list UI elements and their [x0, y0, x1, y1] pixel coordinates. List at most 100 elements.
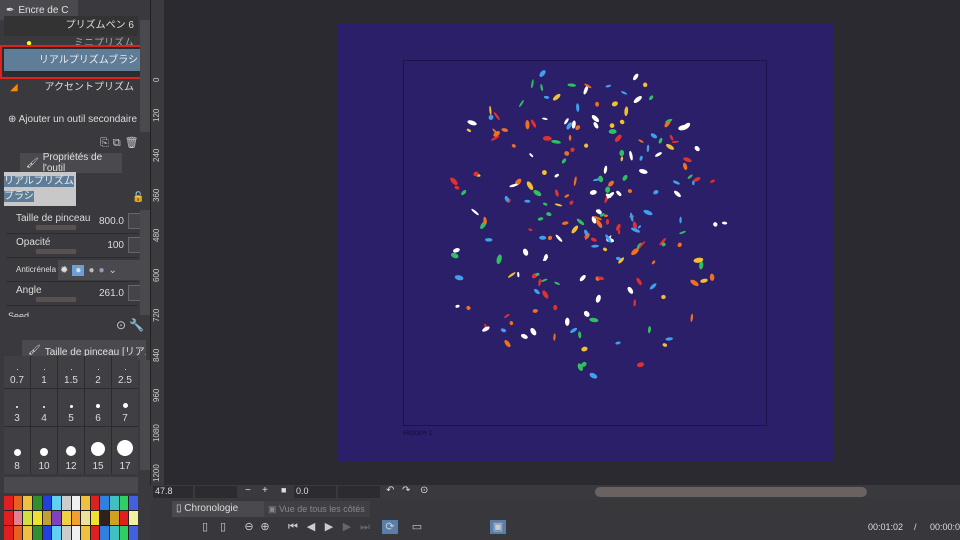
subtool-item[interactable]: ◢ アクセントプリズム	[4, 78, 138, 98]
color-swatch[interactable]	[81, 511, 90, 525]
brush-size-preset[interactable]: 5	[58, 389, 84, 426]
opacity-slider[interactable]	[36, 249, 76, 254]
color-swatch[interactable]	[61, 526, 71, 540]
rotate-right-icon[interactable]: ↷	[402, 485, 410, 496]
onion-skin-icon[interactable]: ▣	[490, 520, 506, 534]
subtool-item[interactable]: プリズムペン 6	[4, 16, 138, 36]
properties-scrollbar[interactable]	[140, 210, 150, 315]
color-swatch[interactable]	[4, 511, 13, 525]
color-swatch[interactable]	[13, 496, 23, 510]
color-swatch[interactable]	[42, 511, 52, 525]
color-swatch[interactable]	[61, 496, 71, 510]
color-swatch[interactable]	[110, 496, 119, 510]
color-swatch[interactable]	[129, 526, 138, 540]
color-swatch[interactable]	[4, 496, 13, 510]
color-swatch[interactable]	[100, 496, 110, 510]
color-swatch[interactable]	[61, 511, 71, 525]
brush-size-preset[interactable]: 2	[85, 356, 111, 389]
trash-icon[interactable]: 🗑	[125, 137, 143, 149]
color-swatch[interactable]	[119, 526, 129, 540]
brush-size-slider[interactable]	[36, 225, 76, 230]
last-frame-icon[interactable]: ⏭	[358, 520, 372, 534]
color-swatch[interactable]	[23, 526, 32, 540]
brush-size-preset[interactable]: 12	[58, 426, 84, 474]
lock-icon[interactable]: 🔓	[132, 192, 144, 203]
tab-all-sides-view[interactable]: ▣ Vue de tous les côtés	[264, 501, 370, 517]
color-swatch[interactable]	[71, 511, 81, 525]
color-palette[interactable]	[4, 496, 138, 540]
brush-size-preset[interactable]: 6	[85, 389, 111, 426]
color-swatch[interactable]	[81, 496, 90, 510]
color-swatch[interactable]	[90, 526, 100, 540]
color-swatch[interactable]	[42, 526, 52, 540]
new-timeline-icon[interactable]: ▯	[216, 520, 230, 534]
prev-frame-icon[interactable]: ◀	[304, 520, 318, 534]
duplicate-icon[interactable]: ⧉	[113, 137, 125, 149]
color-swatch[interactable]	[129, 511, 138, 525]
color-swatch[interactable]	[32, 511, 42, 525]
next-frame-icon[interactable]: ▶	[340, 520, 354, 534]
color-swatch[interactable]	[52, 496, 61, 510]
color-swatch[interactable]	[71, 526, 81, 540]
brush-size-preset[interactable]: 2.5	[112, 356, 138, 389]
brush-size-scrollbar[interactable]	[140, 360, 150, 470]
reset-icon[interactable]: ⊙	[116, 318, 126, 332]
brush-size-preset[interactable]: 15	[85, 426, 111, 474]
color-swatch[interactable]	[110, 511, 119, 525]
tool-properties-tab[interactable]: 🖌 Propriétés de l'outil	[20, 152, 122, 174]
color-swatch[interactable]	[4, 526, 13, 540]
color-swatch[interactable]	[13, 511, 23, 525]
angle-slider[interactable]	[36, 297, 76, 302]
color-swatch[interactable]	[119, 511, 129, 525]
palette-tabs[interactable]	[4, 477, 138, 493]
color-swatch[interactable]	[119, 496, 129, 510]
color-swatch[interactable]	[23, 496, 32, 510]
rotate-left-icon[interactable]: ↶	[386, 485, 394, 496]
color-swatch[interactable]	[100, 526, 110, 540]
color-swatch[interactable]	[129, 496, 138, 510]
color-swatch[interactable]	[90, 511, 100, 525]
horizontal-scrollbar[interactable]	[595, 487, 867, 497]
add-subtool-button[interactable]: ⊕ Ajouter un outil secondaire	[8, 114, 137, 125]
brush-size-preset[interactable]: 17	[112, 426, 138, 474]
color-swatch[interactable]	[32, 496, 42, 510]
subtool-scrollbar[interactable]	[140, 20, 150, 132]
brush-size-preset[interactable]: 7	[112, 389, 138, 426]
color-swatch[interactable]	[81, 526, 90, 540]
brush-size-preset[interactable]: 10	[31, 426, 57, 474]
color-swatch[interactable]	[100, 511, 110, 525]
brush-size-preset[interactable]: 1	[31, 356, 57, 389]
wrench-icon[interactable]: 🔧	[129, 318, 144, 332]
color-swatch[interactable]	[90, 496, 100, 510]
color-swatch[interactable]	[23, 511, 32, 525]
fit-button[interactable]: ■	[281, 485, 286, 495]
zoom-in-icon[interactable]: ⊕	[258, 520, 272, 534]
reset-rotation-icon[interactable]: ⊙	[420, 485, 428, 496]
play-icon[interactable]: ▶	[322, 520, 336, 534]
zoom-in-button[interactable]: +	[262, 485, 268, 496]
tab-chronologie[interactable]: ▯ Chronologie	[172, 501, 264, 517]
zoom-out-button[interactable]: −	[245, 485, 251, 496]
zoom-out-icon[interactable]: ⊖	[242, 520, 256, 534]
subtool-item-selected[interactable]: リアルプリズムブラシ	[0, 45, 146, 79]
color-swatch[interactable]	[32, 526, 42, 540]
brush-size-preset[interactable]: 1.5	[58, 356, 84, 389]
color-swatch[interactable]	[71, 496, 81, 510]
color-swatch[interactable]	[13, 526, 23, 540]
zoom-slider[interactable]	[195, 486, 237, 498]
brush-size-preset[interactable]: 4	[31, 389, 57, 426]
color-swatch[interactable]	[110, 526, 119, 540]
copy-icon[interactable]: ⎘	[100, 137, 113, 149]
color-swatch[interactable]	[52, 526, 61, 540]
first-frame-icon[interactable]: ⏮	[286, 520, 300, 534]
new-cel-icon[interactable]: ▭	[410, 520, 424, 534]
loop-icon[interactable]: ⟳	[382, 520, 398, 534]
color-swatch[interactable]	[42, 496, 52, 510]
brush-size-preset[interactable]: 8	[4, 426, 30, 474]
brush-size-preset[interactable]: 0.7	[4, 356, 30, 389]
rotation-input[interactable]: 0.0	[294, 486, 336, 498]
canvas[interactable]: Histoire 1	[338, 23, 833, 462]
rotation-slider[interactable]	[338, 486, 380, 498]
antialias-options[interactable]: ✹ ● ● ● ⌄	[58, 260, 142, 280]
brush-size-preset[interactable]: 3	[4, 389, 30, 426]
